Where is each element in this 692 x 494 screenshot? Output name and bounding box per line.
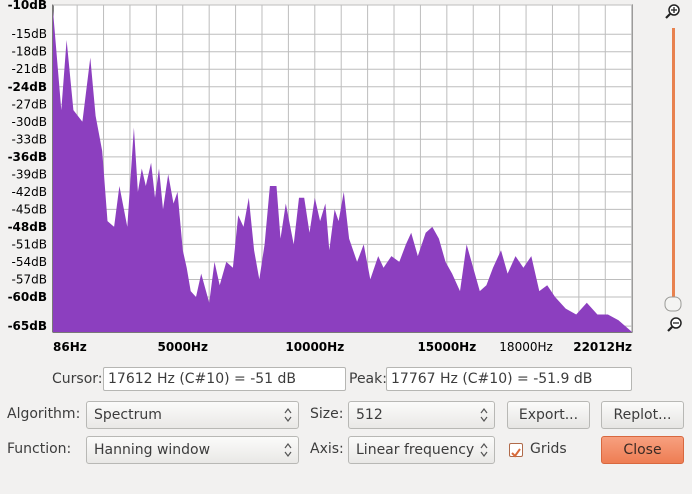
zoom-slider-track [672,28,675,304]
function-label: Function: [7,441,72,457]
y-tick-label: -42dB [12,185,47,199]
zoom-out-icon[interactable] [667,317,682,332]
size-select[interactable]: 512 [348,401,495,429]
combo-arrows-icon [284,408,292,422]
size-label: Size: [310,406,344,422]
y-tick-label: -24dB [8,80,47,94]
x-axis-labels: 86Hz 5000Hz 10000Hz 15000Hz 18000Hz 22012Hz [53,340,632,354]
function-selected-value: Hanning window [94,442,211,458]
y-tick-label: -57dB [12,272,47,286]
zoom-slider[interactable] [664,28,682,312]
export-button[interactable]: Export... [507,401,590,429]
replot-button[interactable]: Replot... [601,401,684,429]
y-tick-label: -45dB [12,202,47,216]
combo-arrows-icon [480,443,488,457]
peak-label: Peak: [349,371,387,387]
y-tick-label: -27dB [12,97,47,111]
y-tick-label: -18dB [12,45,47,59]
grids-checkbox[interactable] [509,443,523,458]
axis-label: Axis: [310,441,344,457]
checkmark-icon [511,448,521,458]
close-button[interactable]: Close [601,436,684,464]
zoom-in-icon[interactable] [665,4,680,19]
y-tick-label: -21dB [12,62,47,76]
peak-readout-field[interactable]: 17767 Hz (C#10) = -51.9 dB [386,367,632,391]
y-tick-label: -48dB [8,220,47,234]
axis-selected-value: Linear frequency [356,442,475,458]
y-tick-label: -65dB [8,319,47,333]
algorithm-select[interactable]: Spectrum [86,401,299,429]
size-selected-value: 512 [356,407,383,423]
x-tick-label: 5000Hz [158,340,208,354]
y-tick-label: -10dB [8,0,47,12]
x-tick-label: 22012Hz [573,340,632,354]
y-tick-label: -54dB [12,255,47,269]
cursor-label: Cursor: [52,371,103,387]
axis-select[interactable]: Linear frequency [348,436,495,464]
x-tick-label: 86Hz [53,340,87,354]
x-tick-label: 18000Hz [499,340,553,354]
zoom-slider-handle[interactable] [664,296,682,312]
y-tick-label: -15dB [12,27,47,41]
combo-arrows-icon [480,408,488,422]
y-tick-label: -51dB [12,237,47,251]
x-tick-label: 15000Hz [417,340,476,354]
y-tick-label: -33dB [12,132,47,146]
grids-label[interactable]: Grids [530,441,567,457]
y-tick-label: -30dB [12,115,47,129]
algorithm-selected-value: Spectrum [94,407,162,423]
function-select[interactable]: Hanning window [86,436,299,464]
cursor-readout-field[interactable]: 17612 Hz (C#10) = -51 dB [103,367,346,391]
algorithm-label: Algorithm: [7,406,81,422]
spectrum-plot-area[interactable]: -10dB -15dB -18dB -21dB -24dB -27dB -30dB -33dB… [0,0,692,360]
y-tick-label: -36dB [8,150,47,164]
y-tick-label: -60dB [8,290,47,304]
x-tick-label: 10000Hz [285,340,344,354]
spectrum-chart[interactable]: -10dB -15dB -18dB -21dB -24dB -27dB -30dB -33dB… [0,0,692,360]
combo-arrows-icon [284,443,292,457]
y-tick-label: -39dB [12,167,47,181]
y-axis-labels: -10dB -15dB -18dB -21dB -24dB -27dB -30dB -33dB… [8,0,47,333]
